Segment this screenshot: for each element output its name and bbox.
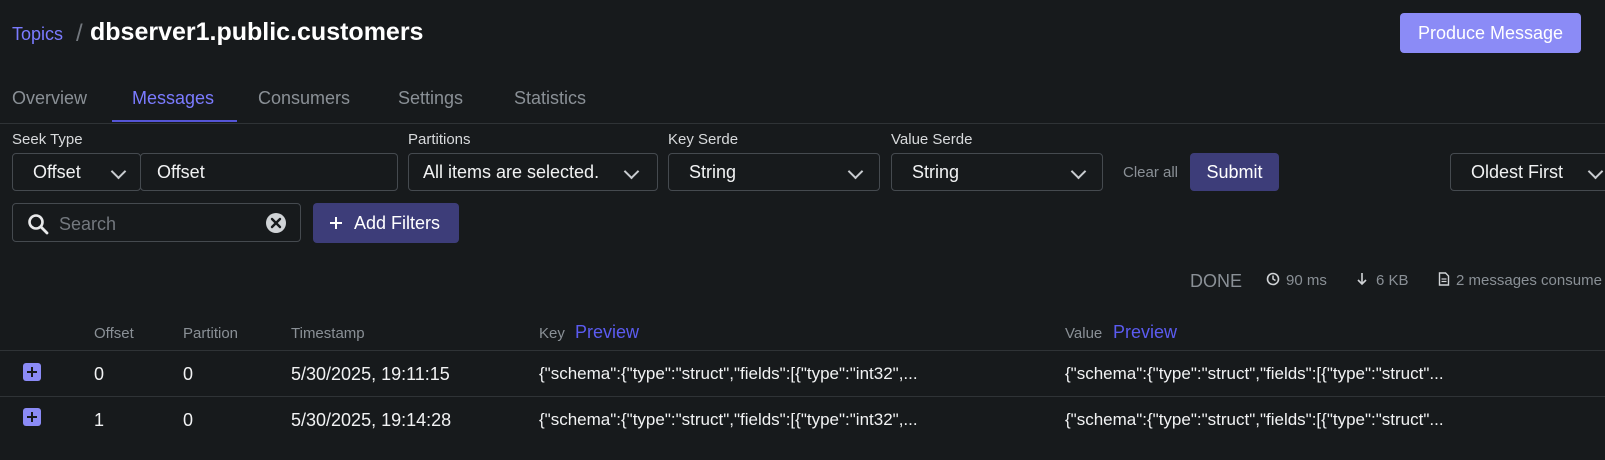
row-value[interactable]: {"schema":{"type":"struct","fields":[{"t… <box>1065 364 1444 384</box>
chevron-down-icon <box>623 163 640 180</box>
bytes-consumed: 6 KB <box>1376 272 1409 289</box>
chevron-down-icon <box>1587 163 1604 180</box>
row-value[interactable]: {"schema":{"type":"struct","fields":[{"t… <box>1065 410 1444 430</box>
row-timestamp: 5/30/2025, 19:11:15 <box>291 364 450 384</box>
key-serde-select[interactable]: String <box>668 153 880 191</box>
value-serde-value: String <box>912 162 960 182</box>
partitions-select[interactable]: All items are selected. <box>408 153 658 191</box>
sort-order-value: Oldest First <box>1471 162 1564 182</box>
column-header-value: Value <box>1065 325 1103 342</box>
elapsed-time: 90 ms <box>1286 272 1327 289</box>
arrow-down-icon <box>1357 273 1367 286</box>
tab-messages[interactable]: Messages <box>132 88 214 109</box>
key-serde-value: String <box>689 162 737 182</box>
tab-overview[interactable]: Overview <box>12 88 87 109</box>
seek-type-label: Seek Type <box>12 131 83 148</box>
submit-button[interactable]: Submit <box>1190 153 1279 191</box>
seek-type-select[interactable]: Offset <box>12 153 141 191</box>
clear-search-icon[interactable] <box>265 212 287 234</box>
tab-statistics[interactable]: Statistics <box>514 88 586 109</box>
row-partition: 0 <box>183 410 194 430</box>
breadcrumb-topics[interactable]: Topics <box>12 24 63 45</box>
add-filters-label: Add Filters <box>354 213 441 233</box>
column-header-partition: Partition <box>183 325 239 342</box>
tab-consumers[interactable]: Consumers <box>258 88 350 109</box>
column-header-key: Key <box>539 325 565 342</box>
row-key[interactable]: {"schema":{"type":"struct","fields":[{"t… <box>539 410 918 430</box>
tab-bar: Overview Messages Consumers Settings Sta… <box>0 76 1605 124</box>
tab-settings[interactable]: Settings <box>398 88 463 109</box>
search-input[interactable] <box>57 210 261 238</box>
value-serde-select[interactable]: String <box>891 153 1103 191</box>
document-icon <box>1438 272 1450 286</box>
breadcrumb-separator: / <box>76 20 83 47</box>
sort-order-select[interactable]: Oldest First <box>1450 153 1605 191</box>
clear-all-link[interactable]: Clear all <box>1123 164 1178 181</box>
row-offset: 0 <box>94 364 105 384</box>
value-serde-label: Value Serde <box>891 131 973 148</box>
chevron-down-icon <box>847 163 864 180</box>
seek-offset-input[interactable]: Offset <box>140 153 398 191</box>
column-header-offset: Offset <box>94 325 134 342</box>
row-key[interactable]: {"schema":{"type":"struct","fields":[{"t… <box>539 364 918 384</box>
consume-status: DONE <box>1190 271 1243 291</box>
table-row: 1 0 5/30/2025, 19:14:28 {"schema":{"type… <box>0 397 1605 442</box>
seek-type-value: Offset <box>33 162 81 182</box>
expand-row-button[interactable] <box>23 408 41 426</box>
search-box <box>12 203 301 242</box>
row-timestamp: 5/30/2025, 19:14:28 <box>291 410 452 430</box>
column-header-timestamp: Timestamp <box>291 325 365 342</box>
page-title: dbserver1.public.customers <box>90 18 424 46</box>
clock-icon <box>1266 272 1280 286</box>
messages-consumed: 2 messages consume <box>1456 272 1602 289</box>
value-preview-link[interactable]: Preview <box>1113 322 1177 343</box>
chevron-down-icon <box>110 163 127 180</box>
row-offset: 1 <box>94 410 105 430</box>
table-row: 0 0 5/30/2025, 19:11:15 {"schema":{"type… <box>0 351 1605 396</box>
search-icon <box>28 214 49 235</box>
seek-offset-value: Offset <box>157 162 205 182</box>
key-preview-link[interactable]: Preview <box>575 322 639 343</box>
partitions-label: Partitions <box>408 131 471 148</box>
add-filters-button[interactable]: Add Filters <box>313 203 459 243</box>
key-serde-label: Key Serde <box>668 131 739 148</box>
plus-icon <box>330 217 342 229</box>
row-partition: 0 <box>183 364 194 384</box>
produce-message-button[interactable]: Produce Message <box>1400 13 1581 53</box>
active-tab-indicator <box>112 120 237 122</box>
expand-row-button[interactable] <box>23 363 41 381</box>
partitions-value: All items are selected. <box>423 162 600 182</box>
chevron-down-icon <box>1070 163 1087 180</box>
